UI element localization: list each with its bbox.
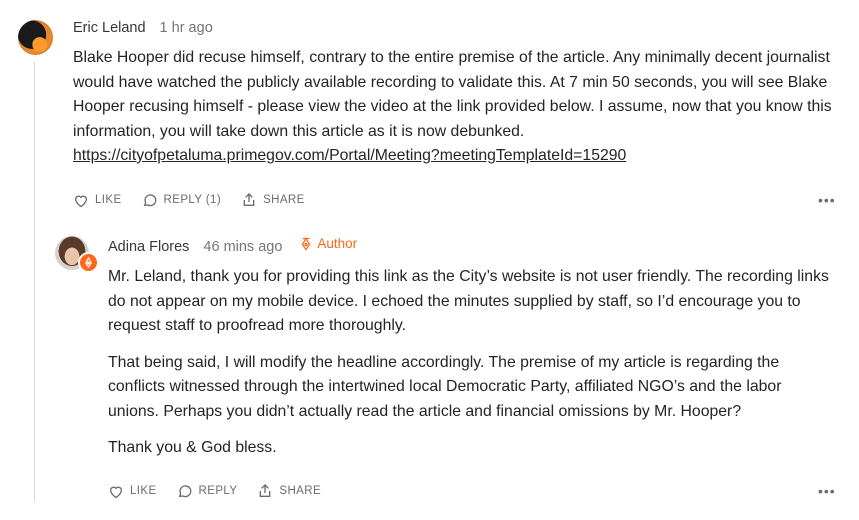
author-badge-icon — [78, 252, 99, 273]
avatar[interactable] — [18, 20, 53, 55]
comment-link[interactable]: https://cityofpetaluma.primegov.com/Port… — [73, 147, 626, 164]
comment-paragraph: Thank you & God bless. — [108, 439, 277, 456]
share-icon — [243, 193, 255, 206]
comment-text: Blake Hooper did recuse himself, contrar… — [73, 49, 832, 140]
like-button[interactable]: LIKE — [73, 193, 122, 208]
comment-bubble-icon — [178, 485, 191, 498]
comment-actions: LIKE REPLY (1) SHARE — [73, 192, 305, 208]
reply-label: REPLY (1) — [163, 194, 222, 206]
reply-button[interactable]: REPLY — [177, 483, 238, 499]
comment-body: Blake Hooper did recuse himself, contrar… — [73, 46, 833, 169]
share-icon — [260, 484, 271, 497]
author-badge-label: Author — [317, 236, 358, 251]
comment-author[interactable]: Eric Leland — [73, 20, 146, 36]
share-label: SHARE — [263, 194, 305, 206]
comment-author[interactable]: Adina Flores — [108, 239, 189, 255]
heart-icon — [109, 486, 123, 498]
comment-header: Adina Flores 46 mins ago Author — [108, 236, 357, 255]
like-label: LIKE — [95, 194, 122, 206]
share-button[interactable]: SHARE — [257, 483, 321, 499]
more-icon[interactable]: ••• — [818, 192, 836, 208]
like-label: LIKE — [130, 485, 157, 497]
more-icon[interactable]: ••• — [818, 483, 836, 499]
comment-body: Mr. Leland, thank you for providing this… — [108, 265, 833, 473]
like-button[interactable]: LIKE — [108, 484, 157, 499]
comment-paragraph: Mr. Leland, thank you for providing this… — [108, 268, 829, 334]
share-button[interactable]: SHARE — [241, 192, 305, 208]
author-badge: Author — [300, 236, 357, 251]
comment-paragraph: That being said, I will modify the headl… — [108, 353, 782, 420]
reply-label: REPLY — [198, 485, 238, 497]
pen-nib-icon — [85, 257, 92, 268]
share-label: SHARE — [279, 485, 322, 497]
thread-line — [34, 62, 35, 502]
comment-bubble-icon — [143, 194, 156, 207]
heart-icon — [74, 195, 88, 207]
comment-actions: LIKE REPLY SHARE — [108, 483, 321, 499]
comment-time[interactable]: 46 mins ago — [203, 239, 282, 255]
pen-nib-icon — [302, 236, 311, 251]
comment-header: Eric Leland 1 hr ago — [73, 20, 213, 36]
reply-button[interactable]: REPLY (1) — [142, 192, 222, 208]
comment-time[interactable]: 1 hr ago — [160, 20, 213, 36]
